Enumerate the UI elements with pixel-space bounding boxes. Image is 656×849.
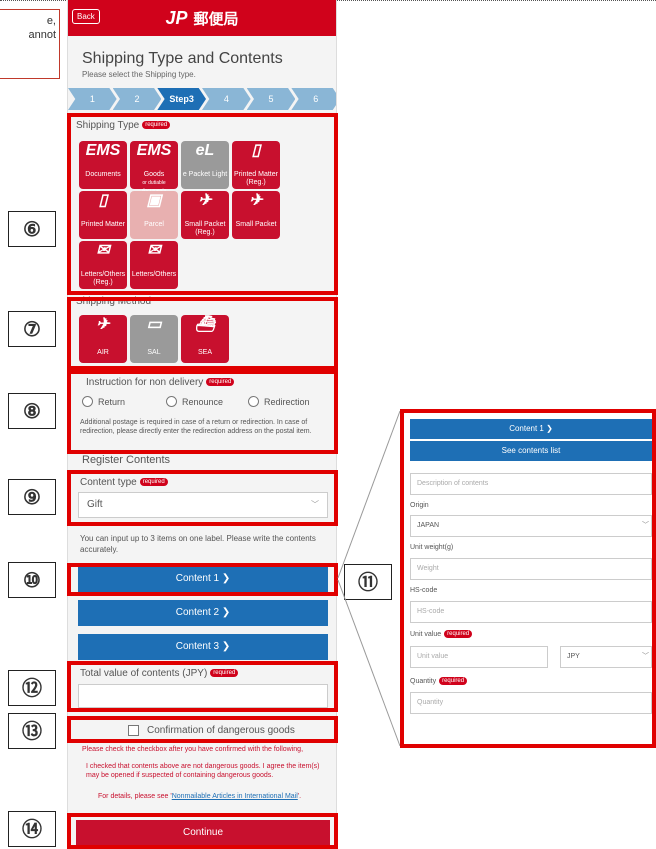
description-field[interactable]: Description of contents [410,473,652,495]
hs-code-field[interactable]: HS-code [410,601,652,623]
unit-value-label-text: Unit value [410,630,442,638]
quantity-field[interactable]: Quantity [410,692,652,714]
currency-value: JPY [567,653,580,660]
origin-select[interactable]: JAPAN ﹀ [410,515,652,537]
weight-field[interactable]: Weight [410,558,652,580]
chevron-down-icon: ﹀ [642,522,649,529]
quantity-label-text: Quantity [410,677,437,685]
quantity-label: Quantity required [410,677,468,685]
chevron-down-icon: ﹀ [642,653,649,660]
unit-value-label: Unit value required [410,630,473,638]
content-1-header[interactable]: Content 1 ❯ [410,419,652,439]
required-badge: required [439,677,468,685]
currency-select[interactable]: JPY ﹀ [560,646,652,668]
see-contents-list-button[interactable]: See contents list [410,441,652,461]
weight-label: Unit weight(g) [410,544,454,551]
content-detail-panel: Content 1 ❯ See contents list Descriptio… [400,409,656,748]
required-badge: required [444,630,473,638]
origin-label: Origin [410,502,429,509]
connector-line-bottom [337,579,401,747]
origin-value: JAPAN [417,522,440,529]
connector-line-top [337,410,401,579]
unit-value-field[interactable]: Unit value [410,646,548,668]
hs-code-label: HS-code [410,587,438,594]
